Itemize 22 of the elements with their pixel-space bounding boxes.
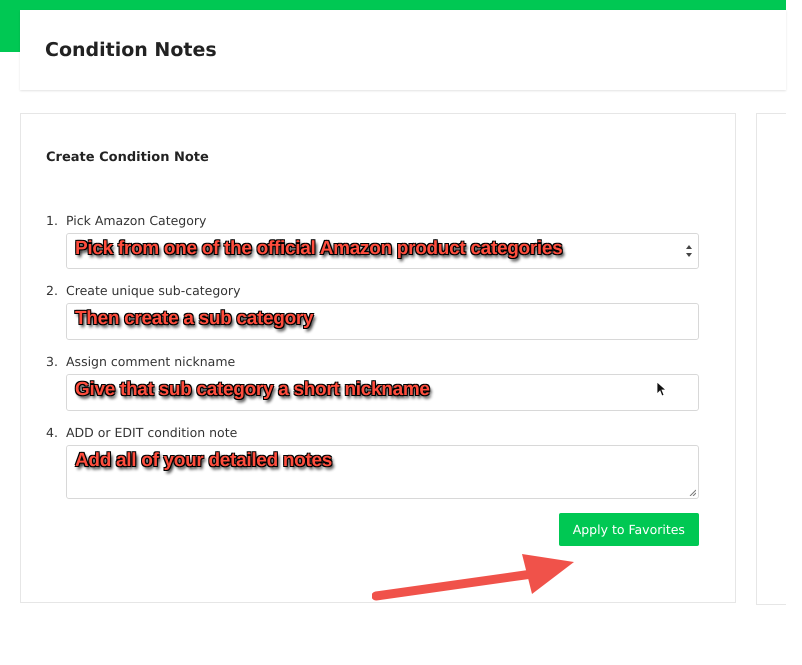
textarea-field[interactable]: Add all of your detailed notes: [66, 445, 699, 499]
step-number: 4.: [46, 425, 59, 442]
select-arrows-icon: [684, 244, 693, 258]
apply-button[interactable]: Apply to Favorites: [558, 513, 699, 546]
input-field[interactable]: Then create a sub category: [66, 303, 699, 340]
input-field[interactable]: Give that sub category a short nickname: [66, 374, 699, 411]
step-number: 3.: [46, 354, 59, 371]
annotation-text: Pick from one of the official Amazon product categories: [75, 238, 562, 260]
cursor-icon: [656, 381, 667, 397]
category-select[interactable]: Pick from one of the official Amazon product categories: [66, 233, 699, 269]
step-number: 2.: [46, 283, 59, 300]
form-title: Create Condition Note: [46, 150, 210, 165]
field-label: Assign comment nickname: [66, 354, 236, 370]
annotation-text: Then create a sub category: [75, 308, 314, 330]
annotation-text: Add all of your detailed notes: [75, 450, 332, 472]
field-label: ADD or EDIT condition note: [66, 425, 238, 441]
annotation-text: Give that sub category a short nickname: [75, 379, 430, 401]
page-title: Condition Notes: [45, 39, 217, 61]
field-label: Create unique sub-category: [66, 283, 242, 299]
field-label: Pick Amazon Category: [66, 213, 208, 229]
resize-handle-icon[interactable]: [688, 489, 696, 496]
step-number: 1.: [46, 213, 59, 230]
